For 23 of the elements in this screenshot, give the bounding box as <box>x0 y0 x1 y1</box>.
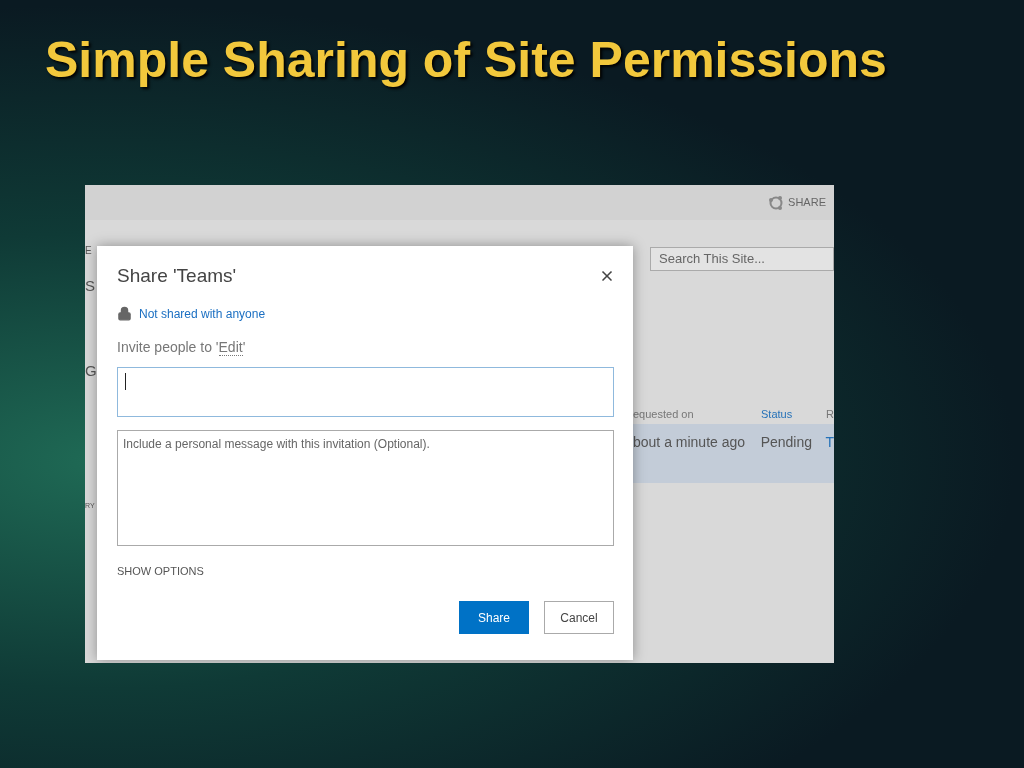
invite-label: Invite people to 'Edit' <box>117 337 247 358</box>
search-field[interactable]: Search This Site... <box>650 247 834 271</box>
share-icon <box>768 194 785 211</box>
show-options-link[interactable]: SHOW OPTIONS <box>117 562 204 579</box>
people-input-field[interactable] <box>117 366 614 417</box>
cut-off-text: G <box>85 363 97 378</box>
sharing-status-link[interactable]: Not shared with anyone <box>139 304 266 323</box>
table-cell-text: bout a minute ago <box>633 433 747 452</box>
share-link[interactable]: SHARE <box>788 194 826 211</box>
cancel-button[interactable]: Cancel <box>544 601 614 634</box>
table-row[interactable]: bout a minute ago Pending T <box>633 424 834 483</box>
message-field[interactable]: Include a personal message with this invitation (Optional). <box>117 429 614 546</box>
column-header[interactable]: Status <box>761 405 826 423</box>
share-button[interactable]: Share <box>459 601 529 634</box>
column-header: equested on <box>633 406 695 422</box>
cut-off-text: E <box>85 246 93 256</box>
slide-title: Simple Sharing of Site Permissions <box>45 31 887 90</box>
lock-icon <box>117 306 132 321</box>
dialog-title: Share 'Teams' <box>117 264 237 288</box>
table-cell-text: Pending <box>760 433 813 452</box>
cut-off-text: S <box>85 278 96 293</box>
column-header: R <box>826 406 834 422</box>
table-cell-text: T <box>825 433 834 452</box>
